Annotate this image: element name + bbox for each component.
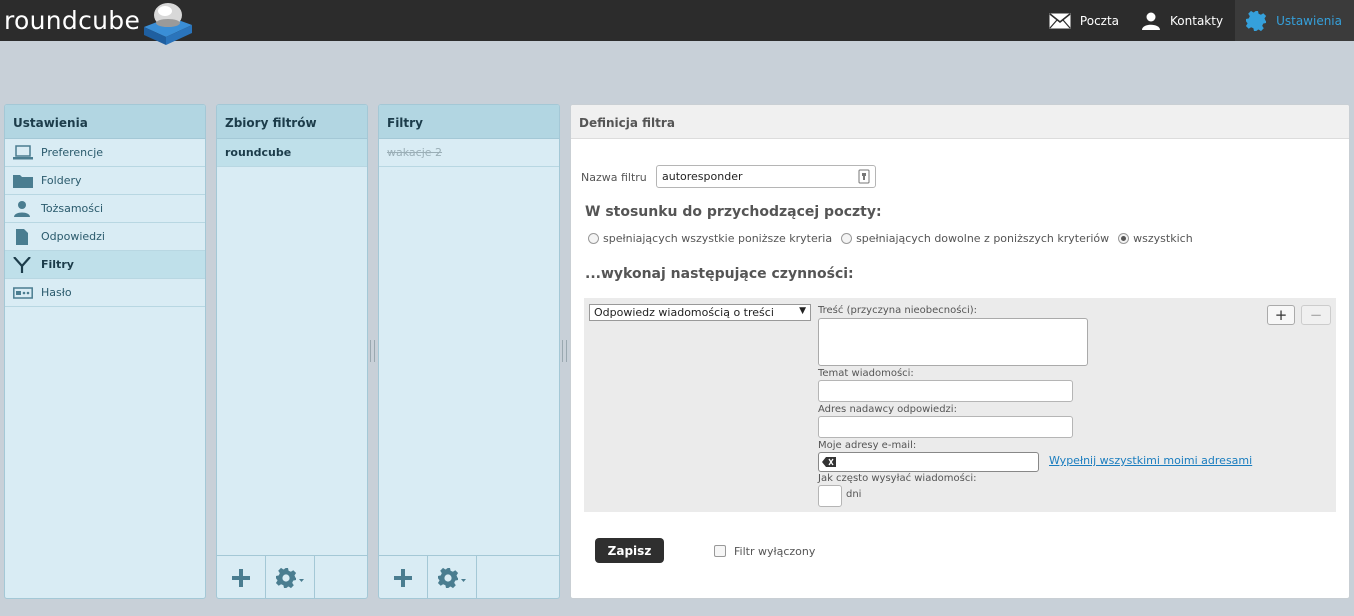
incoming-heading: W stosunku do przychodzącej poczty: (585, 204, 882, 220)
document-icon (13, 228, 33, 245)
splitter-handle[interactable] (370, 340, 375, 362)
body-label: Treść (przyczyna nieobecności): (818, 305, 978, 316)
roundcube-logo[interactable]: roundcube (4, 0, 196, 45)
actions-heading: ...wykonaj następujące czynności: (585, 266, 854, 282)
filter-disabled-checkbox[interactable] (714, 545, 726, 557)
nav-settings[interactable]: Ustawienia (1235, 0, 1354, 41)
person-icon (1142, 12, 1161, 30)
filter-sets-panel: Zbiory filtrów roundcube (216, 104, 368, 599)
key-icon (858, 169, 870, 184)
days-input[interactable] (818, 485, 842, 507)
from-input[interactable] (818, 416, 1073, 438)
plus-icon (232, 568, 250, 587)
match-any-radio[interactable] (841, 233, 853, 244)
filter-set-actions-button[interactable] (266, 556, 315, 598)
filter-label: wakacje 2 (387, 146, 443, 159)
days-label: Jak często wysyłać wiadomości: (818, 473, 977, 484)
gear-icon (437, 567, 466, 588)
remove-action-button[interactable]: − (1301, 305, 1331, 325)
nav-mail[interactable]: Poczta (1039, 0, 1131, 41)
splitter-handle[interactable] (562, 340, 567, 362)
sidebar-item-identities[interactable]: Tożsamości (5, 195, 205, 223)
action-row: Odpowiedz wiadomością o treści ▼ Treść (… (584, 298, 1336, 512)
addresses-label: Moje adresy e-mail: (818, 440, 917, 451)
identity-icon (13, 200, 33, 217)
nav-mail-label: Poczta (1079, 13, 1120, 28)
from-label: Adres nadawcy odpowiedzi: (818, 404, 957, 415)
envelope-icon (1049, 12, 1071, 28)
nav-contacts[interactable]: Kontakty (1131, 0, 1235, 41)
settings-panel: Ustawienia Preferencje Foldery Tożsamośc… (4, 104, 206, 599)
sidebar-item-folders[interactable]: Foldery (5, 167, 205, 195)
filter-set-item[interactable]: roundcube (217, 139, 367, 167)
delete-tag-icon (822, 457, 836, 467)
match-every-radio[interactable] (1118, 233, 1130, 244)
filter-item[interactable]: wakacje 2 (379, 139, 559, 167)
filters-panel: Filtry wakacje 2 (378, 104, 560, 599)
subject-label: Temat wiadomości: (818, 368, 914, 379)
sidebar-item-label: Tożsamości (41, 202, 104, 215)
body-textarea[interactable] (818, 318, 1088, 366)
subject-input[interactable] (818, 380, 1073, 402)
filter-sets-footer (217, 555, 367, 598)
nav-settings-label: Ustawienia (1276, 13, 1342, 28)
filter-actions-button[interactable] (428, 556, 477, 598)
filters-title: Filtry (379, 105, 559, 139)
top-bar: roundcube Poczta Kontakty Ustawienia (0, 0, 1354, 45)
days-unit: dni (846, 489, 862, 500)
match-all-label: spełniających wszystkie poniższe kryteri… (603, 232, 833, 245)
match-any-label: spełniających dowolne z poniższych kryte… (856, 232, 1110, 245)
filter-name-label: Nazwa filtru (581, 171, 647, 184)
sidebar-item-label: Foldery (41, 174, 82, 187)
filter-icon (13, 256, 33, 273)
sidebar-item-label: Preferencje (41, 146, 104, 159)
addresses-input[interactable] (818, 452, 1039, 472)
filters-footer (379, 555, 559, 598)
add-filter-set-button[interactable] (217, 556, 266, 598)
gear-icon (1245, 10, 1267, 31)
sidebar-item-responses[interactable]: Odpowiedzi (5, 223, 205, 251)
password-icon (13, 285, 33, 301)
filter-sets-title: Zbiory filtrów (217, 105, 367, 139)
filter-disabled-label: Filtr wyłączony (734, 545, 816, 558)
sidebar-item-label: Hasło (41, 286, 72, 299)
laptop-icon (13, 144, 33, 161)
sidebar-item-label: Filtry (41, 258, 74, 271)
logo-box-icon (144, 2, 193, 45)
save-button[interactable]: Zapisz (595, 538, 664, 563)
add-action-button[interactable]: + (1267, 305, 1295, 325)
gear-icon (275, 567, 304, 588)
sidebar-item-preferences[interactable]: Preferencje (5, 139, 205, 167)
match-all-radio[interactable] (588, 233, 599, 244)
action-select-value: Odpowiedz wiadomością o treści (594, 306, 774, 319)
filter-name-value: autoresponder (662, 170, 743, 183)
fill-addresses-link[interactable]: Wypełnij wszystkimi moimi adresami (1049, 454, 1252, 467)
filter-name-input[interactable]: autoresponder (656, 165, 876, 188)
filter-set-label: roundcube (225, 146, 292, 159)
sidebar-item-label: Odpowiedzi (41, 230, 105, 243)
plus-icon (394, 568, 412, 587)
match-options: spełniających wszystkie poniższe kryteri… (588, 232, 1193, 245)
match-every-label: wszystkich (1133, 232, 1193, 245)
add-filter-button[interactable] (379, 556, 428, 598)
sidebar-item-filters[interactable]: Filtry (5, 251, 205, 279)
dropdown-arrow-icon: ▼ (799, 306, 806, 316)
action-select[interactable]: Odpowiedz wiadomością o treści ▼ (589, 304, 811, 321)
settings-panel-title: Ustawienia (5, 105, 205, 139)
top-navigation: Poczta Kontakty Ustawienia (1039, 0, 1354, 41)
nav-contacts-label: Kontakty (1170, 13, 1224, 28)
logo-text: roundcube (4, 6, 141, 35)
definition-title: Definicja filtra (571, 105, 1349, 139)
sidebar-item-password[interactable]: Hasło (5, 279, 205, 307)
folder-icon (13, 173, 33, 189)
filter-definition-panel: Definicja filtra Nazwa filtru autorespon… (570, 104, 1350, 599)
